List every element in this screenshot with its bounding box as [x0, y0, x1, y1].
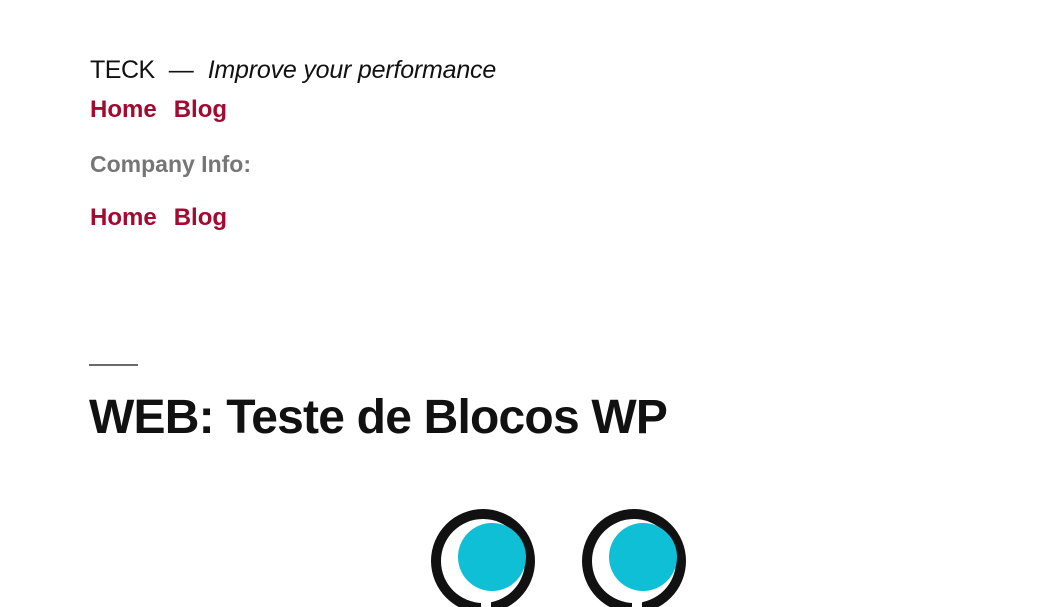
- company-info-heading: Company Info:: [90, 151, 251, 177]
- primary-menu-home-link[interactable]: Home: [90, 96, 157, 124]
- secondary-menu-home-link[interactable]: Home: [90, 204, 157, 232]
- site-description: Improve your performance: [207, 56, 497, 84]
- secondary-menu: Home Blog: [90, 204, 227, 232]
- site-title-separator: —: [168, 56, 194, 84]
- left-ring-icon: [431, 509, 535, 607]
- featured-image-logo: [431, 509, 686, 607]
- right-ring-icon: [582, 509, 686, 607]
- secondary-menu-blog-link[interactable]: Blog: [174, 204, 227, 232]
- page: TECK — Improve your performance Home Blo…: [0, 0, 1060, 607]
- site-branding: TECK — Improve your performance: [90, 56, 496, 85]
- site-title[interactable]: TECK: [90, 56, 155, 85]
- primary-menu-blog-link[interactable]: Blog: [174, 96, 227, 124]
- post-title: WEB: Teste de Blocos WP: [89, 391, 668, 444]
- title-divider: [89, 364, 138, 366]
- primary-menu: Home Blog: [90, 96, 227, 124]
